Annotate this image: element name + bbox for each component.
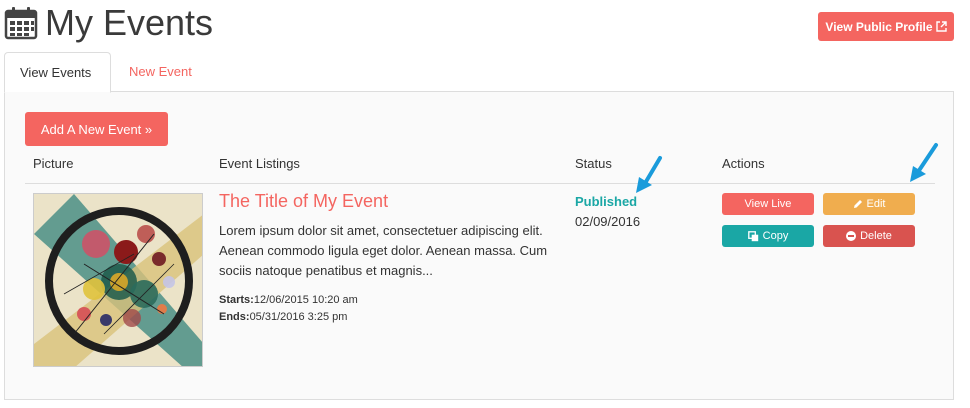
calendar-icon [4,7,38,40]
starts-value: 12/06/2015 10:20 am [253,294,358,306]
event-picture [33,193,203,367]
copy-label: Copy [762,230,789,242]
view-public-profile-button[interactable]: View Public Profile [818,12,954,41]
event-title-link[interactable]: The Title of My Event [219,191,388,212]
delete-label: Delete [860,230,892,242]
edit-button[interactable]: Edit [823,193,915,215]
column-header-actions: Actions [722,156,765,171]
external-link-icon [935,21,947,32]
page-title: My Events [45,2,214,43]
view-live-label: View Live [744,198,792,210]
event-start: Starts:12/06/2015 10:20 am [219,292,358,309]
ends-label: Ends: [219,311,250,323]
delete-button[interactable]: Delete [823,225,915,247]
view-public-profile-label: View Public Profile [825,19,933,34]
add-new-event-button[interactable]: Add A New Event » [25,112,168,146]
page-header: My Events View Public Profile [0,0,970,50]
tab-bar: View Events New Event [4,52,954,93]
table-divider [25,183,935,184]
edit-label: Edit [866,198,886,210]
event-artwork-image [34,194,202,366]
tab-new-event[interactable]: New Event [114,52,207,92]
column-header-picture: Picture [33,156,74,171]
view-live-button[interactable]: View Live [722,193,814,215]
status-badge: Published [575,194,638,209]
pencil-icon [853,200,862,208]
events-panel: Add A New Event » Picture Event Listings… [4,91,954,400]
minus-circle-icon [846,231,857,241]
ends-value: 05/31/2016 3:25 pm [249,311,348,323]
status-date: 02/09/2016 [575,214,641,229]
tab-view-events[interactable]: View Events [4,52,111,93]
event-dates: Starts:12/06/2015 10:20 am Ends:05/31/20… [219,292,358,326]
starts-label: Starts: [219,294,254,306]
column-header-status: Status [575,156,612,171]
column-header-event-listings: Event Listings [219,156,300,171]
annotation-arrow-icon [910,143,938,182]
event-end: Ends:05/31/2016 3:25 pm [219,309,358,326]
annotation-arrow-icon [636,156,662,193]
copy-icon [747,230,758,241]
copy-button[interactable]: Copy [722,225,814,247]
event-description: Lorem ipsum dolor sit amet, consectetuer… [219,223,548,278]
